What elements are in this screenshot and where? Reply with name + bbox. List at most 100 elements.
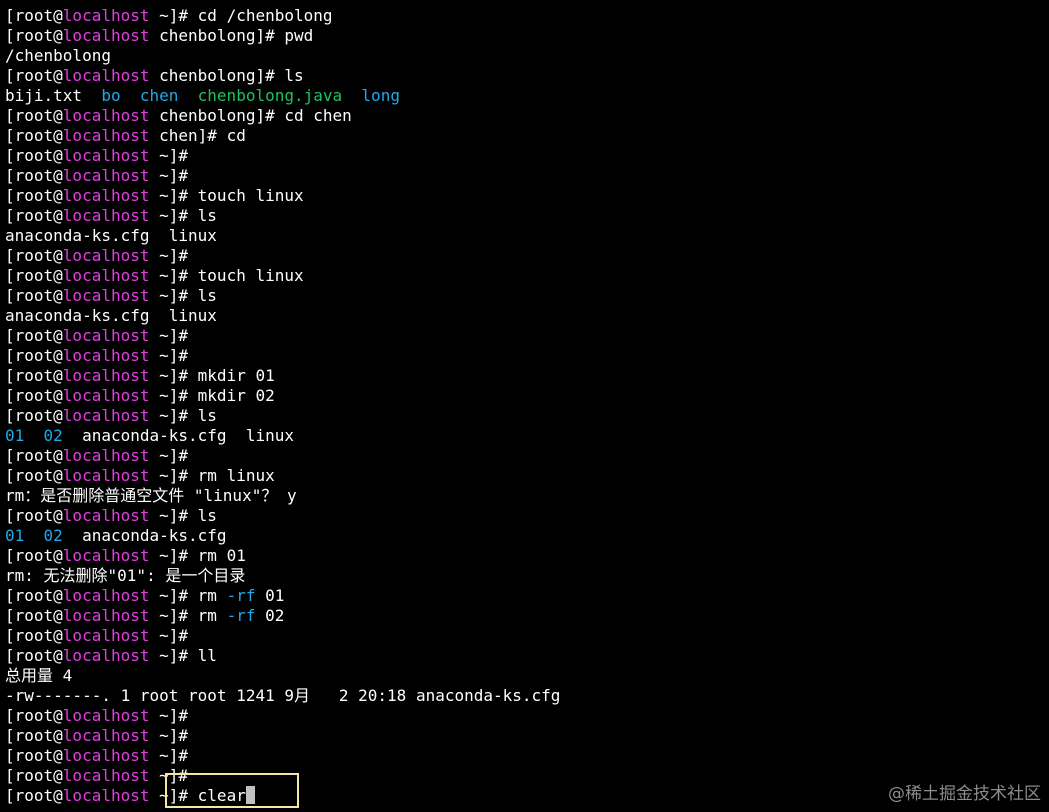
terminal-text: [root@ xyxy=(5,186,63,205)
terminal-text: [root@ xyxy=(5,106,63,125)
prompt-hostname: localhost xyxy=(62,506,150,525)
prompt-hostname: localhost xyxy=(62,6,150,25)
prompt-hostname: localhost xyxy=(62,326,150,345)
prompt-hostname: localhost xyxy=(62,66,150,85)
prompt-hostname: localhost xyxy=(62,266,150,285)
terminal-text: [root@ xyxy=(5,506,63,525)
terminal-text: ~]# rm 01 xyxy=(149,546,246,565)
terminal-text: [root@ xyxy=(5,66,63,85)
terminal-text: ~]# xyxy=(149,146,189,165)
terminal-text: ~]# touch linux xyxy=(149,186,304,205)
terminal-line: [root@localhost ~]# xyxy=(5,246,1049,266)
terminal-line: [root@localhost ~]# rm -rf 01 xyxy=(5,586,1049,606)
terminal-line: 总用量 4 xyxy=(5,666,1049,686)
prompt-hostname: localhost xyxy=(62,446,150,465)
terminal-text: anaconda-ks.cfg linux xyxy=(62,426,294,445)
terminal-text: anaconda-ks.cfg xyxy=(62,526,227,545)
terminal-line: [root@localhost ~]# touch linux xyxy=(5,266,1049,286)
terminal-line: [root@localhost ~]# xyxy=(5,166,1049,186)
terminal-text: ~]# ls xyxy=(149,206,217,225)
terminal-text: chen xyxy=(139,86,179,105)
terminal-line: biji.txt bo chen chenbolong.java long xyxy=(5,86,1049,106)
terminal-text: ~]# xyxy=(149,726,189,745)
terminal-text: 02 xyxy=(43,426,63,445)
terminal-text: ~]# rm xyxy=(149,606,227,625)
terminal-text: [root@ xyxy=(5,606,63,625)
terminal-text: chenbolong]# pwd xyxy=(149,26,314,45)
terminal-text: ~]# ls xyxy=(149,406,217,425)
terminal-line: [root@localhost ~]# xyxy=(5,146,1049,166)
terminal-text: 01 xyxy=(5,426,25,445)
prompt-hostname: localhost xyxy=(62,366,150,385)
terminal-line: [root@localhost ~]# touch linux xyxy=(5,186,1049,206)
terminal-text: [root@ xyxy=(5,326,63,345)
terminal-output[interactable]: [root@localhost ~]# cd /chenbolong [root@… xyxy=(5,6,1049,812)
terminal-text: ~]# xyxy=(149,626,189,645)
prompt-hostname: localhost xyxy=(62,26,150,45)
terminal-text: ~]# xyxy=(149,746,189,765)
terminal-line: [root@localhost ~]# ll xyxy=(5,646,1049,666)
terminal-text: ~]# rm xyxy=(149,586,227,605)
terminal-line: [root@localhost ~]# ls xyxy=(5,406,1049,426)
terminal-text: /chenbolong xyxy=(5,46,111,65)
terminal-line: [root@localhost ~]# xyxy=(5,726,1049,746)
prompt-hostname: localhost xyxy=(62,786,150,805)
terminal-line: [root@localhost ~]# ls xyxy=(5,506,1049,526)
terminal-text: rm：是否删除普通空文件 "linux"？ y xyxy=(5,486,297,505)
terminal-text: ~]# mkdir 02 xyxy=(149,386,275,405)
terminal-line: 01 02 anaconda-ks.cfg linux xyxy=(5,426,1049,446)
terminal-text: [root@ xyxy=(5,786,63,805)
prompt-hostname: localhost xyxy=(62,106,150,125)
prompt-hostname: localhost xyxy=(62,766,150,785)
terminal-line: [root@localhost chen]# cd xyxy=(5,126,1049,146)
prompt-hostname: localhost xyxy=(62,346,150,365)
terminal-line: anaconda-ks.cfg linux xyxy=(5,306,1049,326)
terminal-text: [root@ xyxy=(5,6,63,25)
terminal-text: [root@ xyxy=(5,266,63,285)
prompt-hostname: localhost xyxy=(62,586,150,605)
terminal-line: [root@localhost ~]# xyxy=(5,446,1049,466)
terminal-text: [root@ xyxy=(5,546,63,565)
terminal-line: [root@localhost ~]# mkdir 02 xyxy=(5,386,1049,406)
prompt-hostname: localhost xyxy=(62,606,150,625)
terminal-text: -rw-------. 1 root root 1241 9月 2 20:18 … xyxy=(5,686,561,705)
prompt-hostname: localhost xyxy=(62,546,150,565)
prompt-hostname: localhost xyxy=(62,406,150,425)
terminal-text: chen]# cd xyxy=(149,126,246,145)
highlight-box xyxy=(165,773,299,808)
terminal-text: chenbolong]# cd chen xyxy=(149,106,352,125)
terminal-line: rm：是否删除普通空文件 "linux"？ y xyxy=(5,486,1049,506)
terminal-line: [root@localhost ~]# xyxy=(5,746,1049,766)
terminal-text: [root@ xyxy=(5,386,63,405)
terminal-line: [root@localhost ~]# xyxy=(5,346,1049,366)
terminal-text: ~]# xyxy=(149,166,189,185)
terminal-text: anaconda-ks.cfg linux xyxy=(5,226,217,245)
terminal-text: ~]# xyxy=(149,326,189,345)
terminal-line: [root@localhost ~]# ls xyxy=(5,206,1049,226)
terminal-text: bo xyxy=(101,86,121,105)
prompt-hostname: localhost xyxy=(62,386,150,405)
terminal-text: [root@ xyxy=(5,206,63,225)
terminal-line: /chenbolong xyxy=(5,46,1049,66)
terminal-text: 总用量 4 xyxy=(5,666,73,685)
prompt-hostname: localhost xyxy=(62,186,150,205)
terminal-text: [root@ xyxy=(5,166,63,185)
terminal-text: [root@ xyxy=(5,286,63,305)
prompt-hostname: localhost xyxy=(62,466,150,485)
terminal-line: [root@localhost ~]# rm 01 xyxy=(5,546,1049,566)
terminal-text: 02 xyxy=(43,526,63,545)
terminal-text: ~]# ls xyxy=(149,286,217,305)
prompt-hostname: localhost xyxy=(62,246,150,265)
terminal-line: [root@localhost ~]# xyxy=(5,706,1049,726)
terminal-line: [root@localhost ~]# rm -rf 02 xyxy=(5,606,1049,626)
prompt-hostname: localhost xyxy=(62,746,150,765)
terminal-line: [root@localhost chenbolong]# ls xyxy=(5,66,1049,86)
terminal-line: 01 02 anaconda-ks.cfg xyxy=(5,526,1049,546)
terminal-text: long xyxy=(361,86,400,105)
prompt-hostname: localhost xyxy=(62,206,150,225)
terminal-text: ~]# ll xyxy=(149,646,217,665)
terminal-text: chenbolong.java xyxy=(197,86,343,105)
terminal-line: rm: 无法删除"01": 是一个目录 xyxy=(5,566,1049,586)
terminal-line: [root@localhost ~]# xyxy=(5,326,1049,346)
